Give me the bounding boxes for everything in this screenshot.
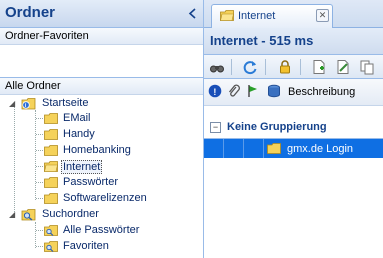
refresh-icon[interactable] bbox=[242, 59, 258, 75]
all-folders-section-label: Alle Ordner bbox=[5, 80, 61, 92]
tree-node-label: EMail bbox=[63, 112, 91, 124]
tab-internet[interactable]: Internet ✕ bbox=[211, 4, 333, 28]
close-tab-icon[interactable]: ✕ bbox=[316, 9, 329, 22]
content-title-bar: Internet - 515 ms bbox=[204, 28, 383, 55]
search-folder-icon bbox=[21, 209, 36, 221]
tree-node-label: Alle Passwörter bbox=[63, 224, 140, 236]
new-entry-icon[interactable] bbox=[311, 59, 327, 75]
tree-node-alle-passwoerter[interactable]: Alle Passwörter bbox=[0, 223, 200, 239]
folder-panel-title: Ordner bbox=[5, 4, 56, 21]
binoculars-icon[interactable] bbox=[209, 59, 225, 75]
tree-node-label: Favoriten bbox=[63, 240, 109, 252]
toolbar-separator bbox=[265, 59, 266, 75]
group-label: Keine Gruppierung bbox=[227, 121, 327, 133]
tree-node-label: Homebanking bbox=[63, 144, 131, 156]
svg-text:!: ! bbox=[213, 87, 216, 97]
search-folder-icon bbox=[44, 241, 58, 252]
tree-node-passwoerter[interactable]: Passwörter bbox=[0, 175, 200, 191]
folder-icon bbox=[44, 113, 58, 124]
tree-node-suchordner[interactable]: ◢ Suchordner bbox=[0, 207, 200, 223]
cell-divider bbox=[223, 139, 224, 158]
expand-arrow-icon[interactable]: ◢ bbox=[9, 210, 15, 219]
favorites-section-header[interactable]: Ordner-Favoriten bbox=[0, 28, 203, 45]
tab-label: Internet bbox=[238, 10, 276, 22]
attachment-icon[interactable] bbox=[227, 84, 241, 98]
tree-node-softwarelizenzen[interactable]: Softwarelizenzen bbox=[0, 191, 200, 207]
toolbar-separator bbox=[231, 59, 232, 75]
tree-node-startseite[interactable]: ◢ i Startseite bbox=[0, 96, 200, 112]
cell-divider bbox=[243, 139, 244, 158]
folder-icon bbox=[44, 129, 58, 140]
tree-node-label: Handy bbox=[63, 128, 95, 140]
tree-node-homebanking[interactable]: Homebanking bbox=[0, 143, 200, 159]
toolbar-separator bbox=[300, 59, 301, 75]
all-folders-section-header[interactable]: Alle Ordner bbox=[0, 78, 203, 95]
edit-entry-icon[interactable] bbox=[335, 59, 351, 75]
lock-icon[interactable] bbox=[277, 59, 293, 75]
folder-icon bbox=[44, 145, 58, 156]
tree-node-label: Internet bbox=[61, 160, 103, 174]
tree-node-label: Softwarelizenzen bbox=[63, 192, 147, 204]
flag-icon[interactable] bbox=[246, 84, 260, 98]
collapse-left-icon[interactable] bbox=[187, 8, 198, 19]
cell-divider bbox=[263, 139, 264, 158]
info-icon[interactable]: ! bbox=[208, 84, 222, 98]
collapse-group-icon[interactable]: − bbox=[210, 122, 221, 133]
column-header-beschreibung[interactable]: Beschreibung bbox=[288, 86, 355, 98]
toolbar bbox=[204, 55, 383, 79]
search-folder-icon bbox=[44, 225, 58, 236]
tree-node-label: Startseite bbox=[42, 97, 89, 109]
open-folder-icon bbox=[44, 161, 58, 172]
tree-node-favoriten[interactable]: Favoriten bbox=[0, 239, 200, 255]
column-header-row: ! Beschreibung bbox=[204, 79, 383, 106]
row-description: gmx.de Login bbox=[287, 143, 354, 155]
group-header-row[interactable]: − Keine Gruppierung bbox=[204, 118, 383, 140]
content-title: Internet - 515 ms bbox=[210, 33, 314, 48]
tree-node-email[interactable]: EMail bbox=[0, 111, 200, 127]
category-icon[interactable] bbox=[267, 84, 281, 98]
tree-node-handy[interactable]: Handy bbox=[0, 127, 200, 143]
tree-node-label: Suchordner bbox=[42, 208, 99, 220]
copy-entry-icon[interactable] bbox=[359, 59, 375, 75]
folder-icon bbox=[44, 177, 58, 188]
expand-arrow-icon[interactable]: ◢ bbox=[9, 99, 15, 108]
favorites-list bbox=[0, 45, 203, 78]
home-folder-icon: i bbox=[21, 98, 36, 110]
tree-node-internet[interactable]: Internet bbox=[0, 159, 200, 175]
open-folder-icon bbox=[220, 10, 234, 21]
favorites-section-label: Ordner-Favoriten bbox=[5, 30, 89, 42]
table-row[interactable]: gmx.de Login bbox=[204, 139, 383, 158]
content-panel: Internet ✕ Internet - 515 ms ! Beschreib… bbox=[204, 0, 383, 258]
entry-folder-icon bbox=[267, 143, 281, 154]
folder-icon bbox=[44, 193, 58, 204]
tree-node-label: Passwörter bbox=[63, 176, 119, 188]
